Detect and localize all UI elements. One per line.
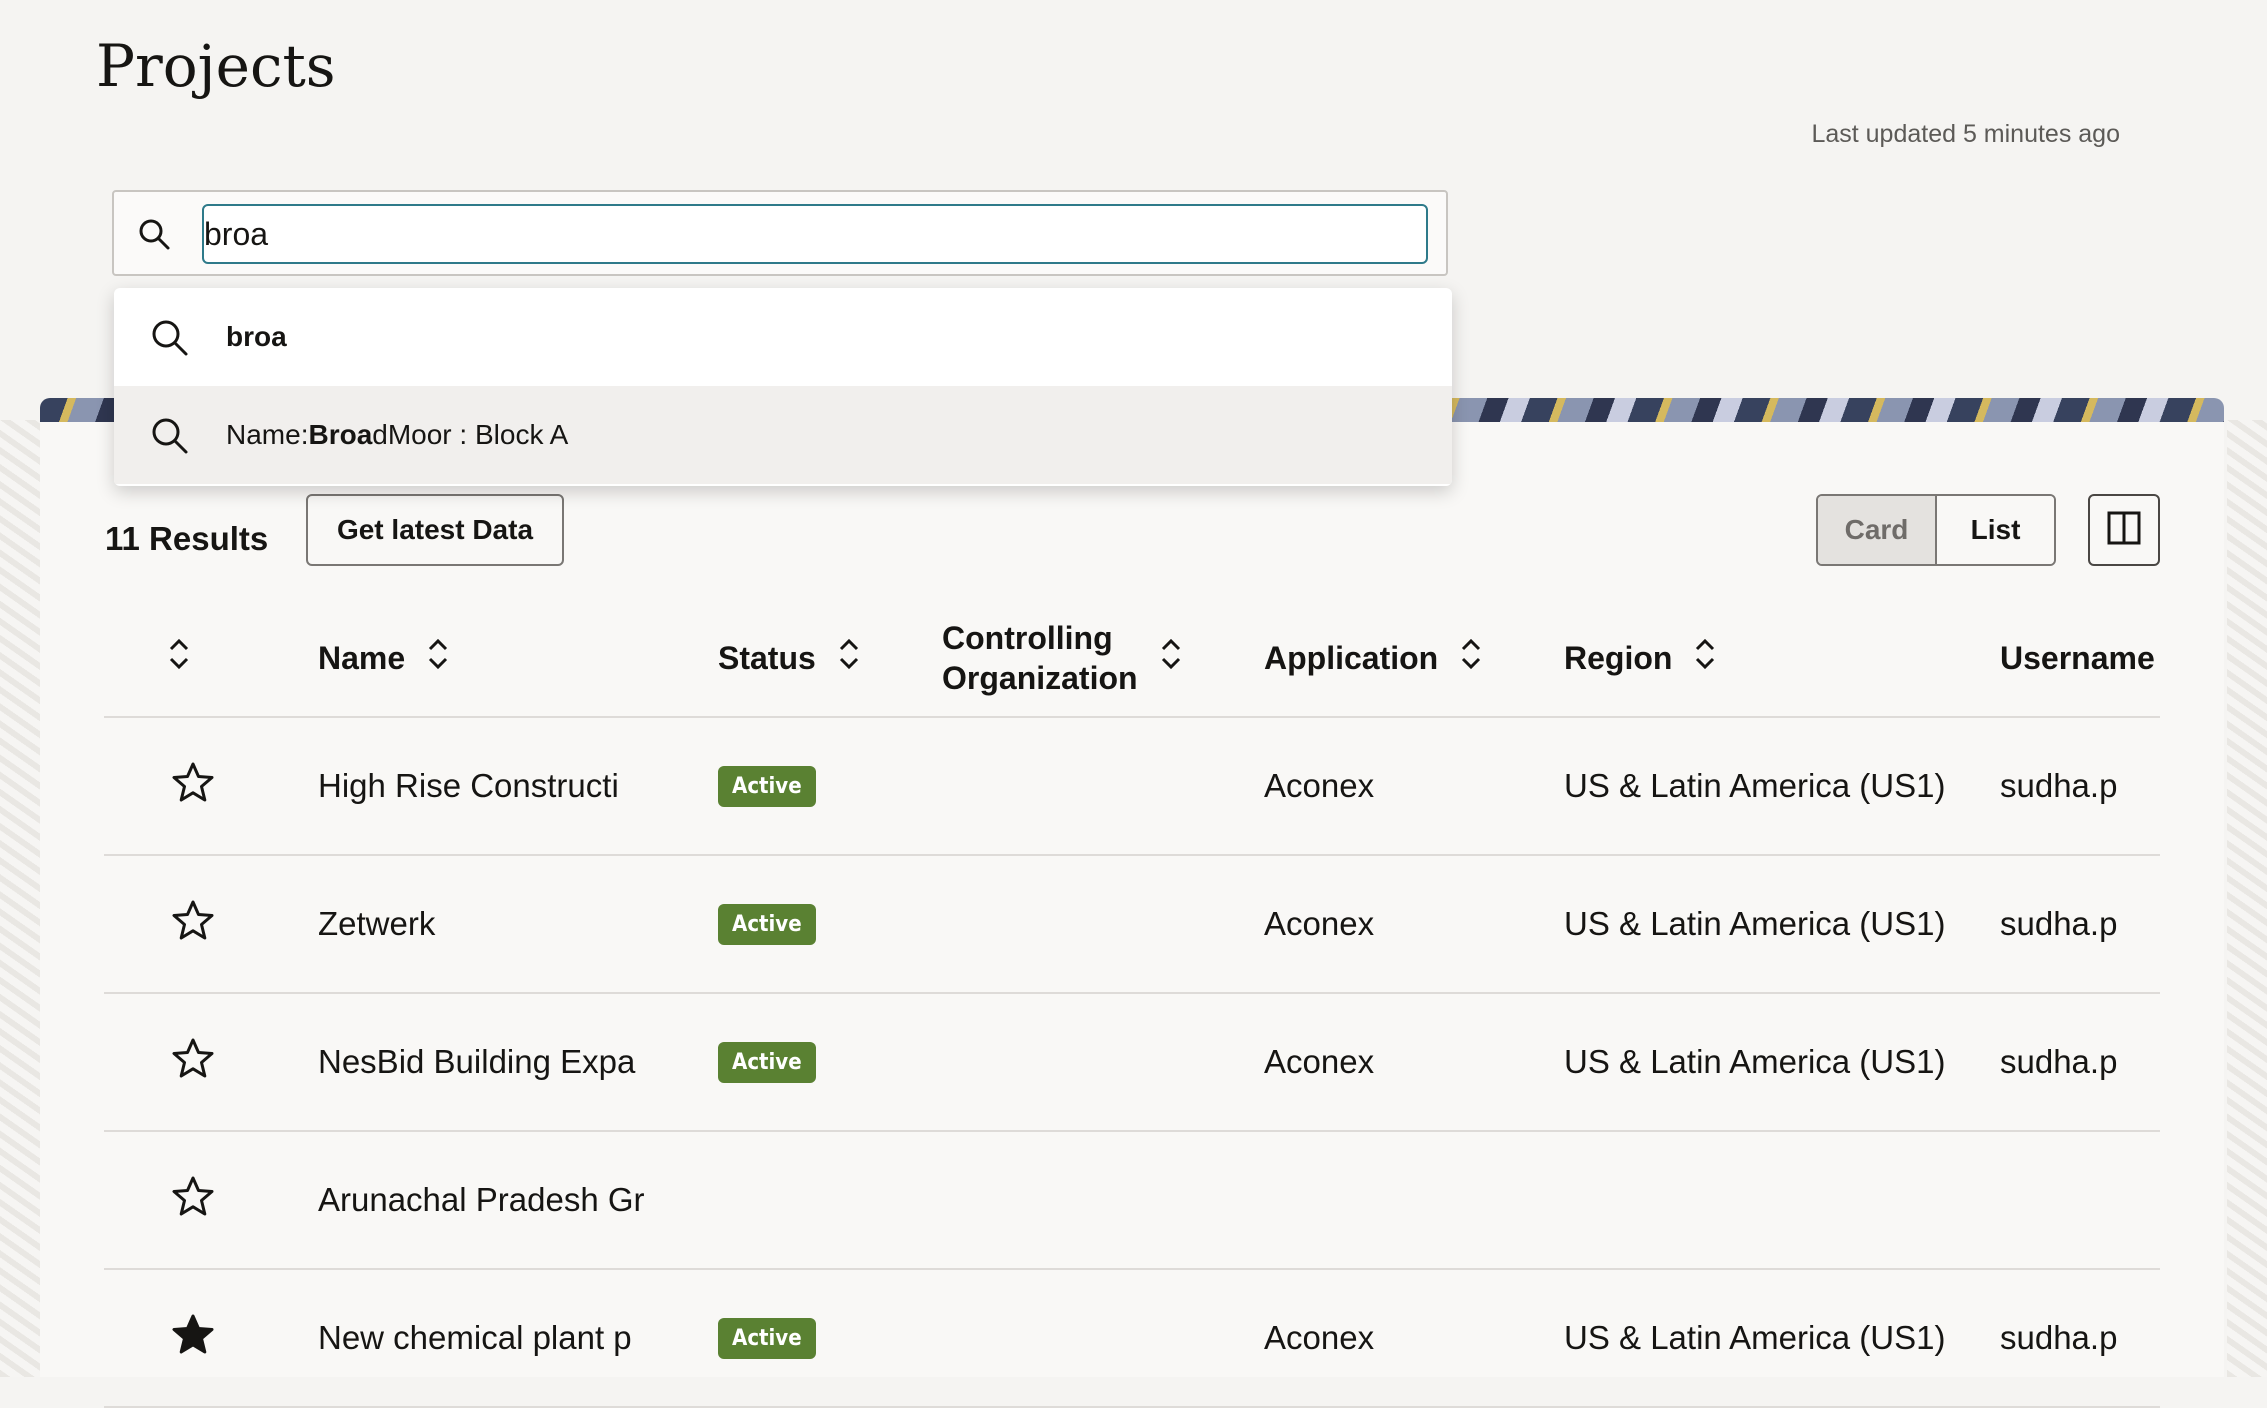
search-input[interactable] bbox=[202, 204, 1428, 264]
username-cell: sudha.p bbox=[2000, 767, 2118, 804]
suggestion-item[interactable]: Name:BroadMoor : Block A bbox=[114, 386, 1452, 484]
sort-icon bbox=[838, 637, 860, 680]
project-name[interactable]: High Rise Constructi bbox=[318, 718, 619, 854]
column-label: Status bbox=[718, 640, 816, 676]
favorite-column-header[interactable] bbox=[168, 600, 190, 716]
favorite-toggle[interactable] bbox=[172, 1270, 214, 1406]
status-badge: Active bbox=[718, 765, 816, 807]
favorite-toggle[interactable] bbox=[172, 718, 214, 854]
username-cell: sudha.p bbox=[2000, 1319, 2118, 1356]
region-cell: US & Latin America (US1) bbox=[1564, 1043, 1946, 1080]
region-column-header[interactable]: Region bbox=[1564, 600, 1716, 716]
sort-icon bbox=[1160, 637, 1182, 680]
name-column-header[interactable]: Name bbox=[318, 600, 449, 716]
status-badge: Active bbox=[718, 903, 816, 945]
suggestion-text: broa bbox=[226, 321, 287, 352]
star-filled-icon bbox=[172, 1313, 214, 1363]
background-pattern-left bbox=[0, 420, 40, 1377]
column-label: Controlling Organization bbox=[942, 620, 1138, 696]
column-label: Name bbox=[318, 640, 406, 676]
status-badge: Active bbox=[718, 1317, 816, 1359]
application-cell: Aconex bbox=[1264, 767, 1375, 804]
status-cell: Active bbox=[718, 856, 816, 992]
column-label: Region bbox=[1564, 640, 1673, 676]
favorite-toggle[interactable] bbox=[172, 994, 214, 1130]
status-cell: Active bbox=[718, 1270, 816, 1406]
get-latest-data-button[interactable]: Get latest Data bbox=[306, 494, 564, 566]
search-icon bbox=[148, 316, 190, 365]
suggestion-item[interactable]: broa bbox=[114, 288, 1452, 386]
results-count: 11 Results bbox=[105, 520, 269, 557]
region-cell: US & Latin America (US1) bbox=[1564, 767, 1946, 804]
project-name[interactable]: NesBid Building Expa bbox=[318, 994, 635, 1130]
column-label: Username bbox=[2000, 640, 2155, 676]
page-title: Projects bbox=[96, 32, 336, 100]
table-row[interactable]: NesBid Building Expa Active Aconex US & Lat… bbox=[104, 994, 2160, 1132]
list-view-button[interactable]: List bbox=[1937, 496, 2054, 564]
table-row[interactable]: Zetwerk Active Aconex US & Latin America (U… bbox=[104, 856, 2160, 994]
username-cell: sudha.p bbox=[2000, 905, 2118, 942]
last-updated-label: Last updated 5 minutes ago bbox=[1811, 120, 2120, 148]
status-cell: Active bbox=[718, 718, 816, 854]
background-pattern-right bbox=[2227, 420, 2267, 1377]
sort-icon bbox=[1694, 637, 1716, 680]
table-header: Name Status Controlling Organization Appl… bbox=[104, 600, 2160, 718]
username-column-header[interactable]: Username bbox=[2000, 600, 2155, 716]
sort-icon bbox=[168, 637, 190, 680]
search-suggestions: broa Name:BroadMoor : Block A bbox=[114, 288, 1452, 486]
sort-icon bbox=[427, 637, 449, 680]
status-column-header[interactable]: Status bbox=[718, 600, 860, 716]
application-cell: Aconex bbox=[1264, 905, 1375, 942]
search-box bbox=[112, 190, 1448, 276]
favorite-toggle[interactable] bbox=[172, 856, 214, 992]
table-row[interactable]: New chemical plant p Active Aconex US & Lat… bbox=[104, 1270, 2160, 1408]
table-row[interactable]: High Rise Constructi Active Aconex US & Lat… bbox=[104, 718, 2160, 856]
application-column-header[interactable]: Application bbox=[1264, 600, 1482, 716]
sort-icon bbox=[1460, 637, 1482, 680]
table-row[interactable]: Arunachal Pradesh Gr bbox=[104, 1132, 2160, 1270]
star-outline-icon bbox=[172, 1175, 214, 1225]
column-panel-button[interactable] bbox=[2088, 494, 2160, 566]
region-cell: US & Latin America (US1) bbox=[1564, 905, 1946, 942]
star-outline-icon bbox=[172, 1037, 214, 1087]
table-body: High Rise Constructi Active Aconex US & Lat… bbox=[104, 718, 2160, 1408]
status-badge: Active bbox=[718, 1041, 816, 1083]
column-label: Application bbox=[1264, 640, 1439, 676]
card-view-button[interactable]: Card bbox=[1818, 496, 1937, 564]
projects-table: Name Status Controlling Organization Appl… bbox=[104, 600, 2160, 1408]
view-toggle: Card List bbox=[1816, 494, 2056, 566]
suggestion-text: Name:BroadMoor : Block A bbox=[226, 419, 569, 450]
split-panel-icon bbox=[2107, 511, 2141, 550]
star-outline-icon bbox=[172, 761, 214, 811]
search-icon bbox=[148, 414, 190, 463]
project-name[interactable]: Arunachal Pradesh Gr bbox=[318, 1132, 645, 1268]
application-cell: Aconex bbox=[1264, 1043, 1375, 1080]
region-cell: US & Latin America (US1) bbox=[1564, 1319, 1946, 1356]
project-name[interactable]: Zetwerk bbox=[318, 856, 435, 992]
project-name[interactable]: New chemical plant p bbox=[318, 1270, 632, 1406]
username-cell: sudha.p bbox=[2000, 1043, 2118, 1080]
star-outline-icon bbox=[172, 899, 214, 949]
controlling-organization-column-header[interactable]: Controlling Organization bbox=[942, 600, 1182, 716]
search-icon bbox=[136, 216, 172, 257]
status-cell: Active bbox=[718, 994, 816, 1130]
application-cell: Aconex bbox=[1264, 1319, 1375, 1356]
favorite-toggle[interactable] bbox=[172, 1132, 214, 1268]
